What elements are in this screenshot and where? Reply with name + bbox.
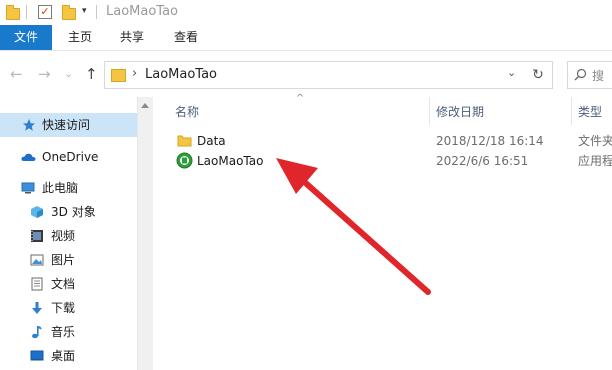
navigation-scrollbar[interactable] [137,97,153,370]
divider [96,5,97,19]
computer-icon [21,182,35,194]
breadcrumb-current[interactable]: LaoMaoTao [145,67,217,82]
nav-3d-objects[interactable]: 3D 对象 [0,200,137,224]
music-icon [32,326,42,339]
column-header-name[interactable]: 名称 [175,103,199,120]
nav-label: 快速访问 [42,118,91,132]
column-divider[interactable] [571,97,572,125]
nav-label: 下载 [51,301,76,315]
folder-icon [177,135,192,147]
address-bar[interactable]: › LaoMaoTao ⌄ [104,61,526,89]
column-header-date[interactable]: 修改日期 [436,103,484,120]
nav-videos[interactable]: 视频 [0,224,137,248]
tab-share[interactable]: 共享 [112,25,152,50]
scroll-up-icon[interactable] [141,102,149,108]
nav-label: 文档 [51,277,76,291]
downloads-icon [32,302,42,314]
video-icon [31,230,43,242]
search-icon [574,68,587,81]
recent-locations-button[interactable]: ⌄ [64,64,73,84]
properties-icon[interactable]: ✓ [38,5,52,19]
quick-access-toolbar-dropdown[interactable]: ▾ [82,6,87,16]
divider [26,5,27,19]
forward-button[interactable]: → [38,64,51,84]
window-title: LaoMaoTao [106,4,179,19]
tab-file[interactable]: 文件 [0,25,52,50]
nav-label: 此电脑 [42,181,79,195]
folder-icon [6,5,20,20]
nav-label: OneDrive [42,150,99,164]
breadcrumb-separator[interactable]: › [132,66,137,81]
nav-label: 视频 [51,229,76,243]
up-button[interactable]: ↑ [85,64,98,84]
address-row: ← → ⌄ ↑ › LaoMaoTao ⌄ ↻ 搜 [0,51,612,97]
nav-downloads[interactable]: 下载 [0,296,137,320]
nav-quick-access[interactable]: 快速访问 [0,113,137,137]
nav-pictures[interactable]: 图片 [0,248,137,272]
3d-objects-icon [31,206,43,218]
search-placeholder: 搜 [592,69,605,83]
file-name: LaoMaoTao [197,154,264,168]
new-folder-icon[interactable] [62,5,76,20]
documents-icon [31,277,43,291]
app-icon [176,152,193,169]
ribbon-tabs: 文件 主页 共享 查看 [0,25,612,51]
file-date: 2022/6/6 16:51 [436,154,529,168]
column-header-type[interactable]: 类型 [578,103,602,120]
nav-music[interactable]: 音乐 [0,320,137,344]
refresh-button[interactable]: ↻ [524,61,553,89]
tab-view[interactable]: 查看 [166,25,206,50]
cloud-icon [21,153,36,161]
nav-label: 桌面 [51,349,76,363]
nav-label: 3D 对象 [51,205,96,219]
sort-indicator-icon: ^ [296,93,305,104]
tab-home[interactable]: 主页 [60,25,100,50]
folder-icon [111,69,126,82]
pictures-icon [30,254,44,266]
file-row-laomaotao[interactable]: LaoMaoTao 2022/6/6 16:51 应用程 [153,149,612,173]
nav-this-pc[interactable]: 此电脑 [0,176,137,200]
file-type: 应用程 [578,154,612,168]
nav-documents[interactable]: 文档 [0,272,137,296]
desktop-icon [30,350,44,361]
title-bar: ✓ ▾ LaoMaoTao [0,0,612,25]
column-divider[interactable] [429,97,430,125]
nav-label: 音乐 [51,325,76,339]
refresh-icon: ↻ [532,67,544,83]
nav-label: 图片 [51,253,76,267]
search-input[interactable]: 搜 [567,61,612,89]
nav-onedrive[interactable]: OneDrive [0,145,137,169]
back-button[interactable]: ← [10,64,23,84]
address-history-dropdown[interactable]: ⌄ [507,66,516,79]
nav-desktop[interactable]: 桌面 [0,344,137,368]
star-icon [23,119,35,131]
